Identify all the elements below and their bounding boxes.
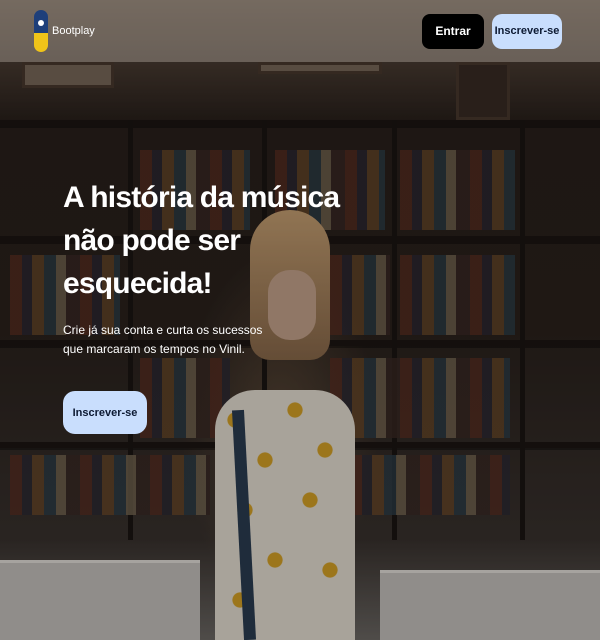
hero-signup-button[interactable]: Inscrever-se — [63, 391, 147, 434]
header-actions: Entrar Inscrever-se — [422, 13, 562, 49]
hero-subtitle: Crie já sua conta e curta os sucessos qu… — [63, 323, 263, 356]
logo-dot — [38, 20, 44, 26]
bootplay-logo-icon — [34, 10, 48, 52]
top-navbar: Bootplay Entrar Inscrever-se — [0, 0, 600, 62]
brand-name: Bootplay — [52, 25, 95, 37]
hero-content: A história da música não pode ser esquec… — [63, 176, 353, 434]
hero-title: A história da música não pode ser esquec… — [63, 181, 340, 300]
signup-button[interactable]: Inscrever-se — [492, 13, 562, 49]
logo-shape — [34, 10, 48, 52]
login-button[interactable]: Entrar — [422, 13, 484, 49]
brand[interactable]: Bootplay — [34, 10, 95, 52]
